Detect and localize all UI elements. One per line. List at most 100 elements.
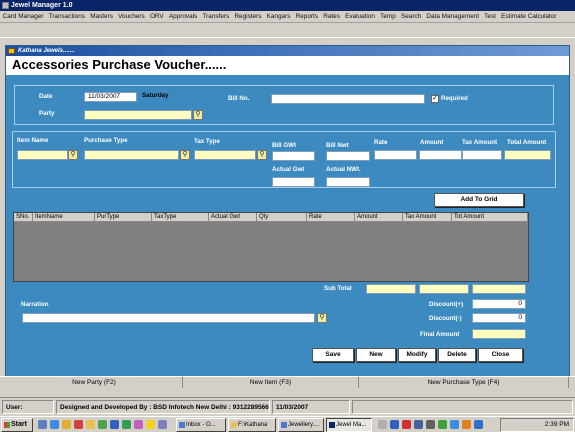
menu-approvals[interactable]: Approvals — [166, 11, 200, 22]
total-amount-field[interactable] — [504, 150, 551, 160]
menu-transfers[interactable]: Transfers — [200, 11, 232, 22]
grid-col-tax-amount[interactable]: Tax Amount — [403, 213, 452, 222]
menu-kangars[interactable]: Kangars — [264, 11, 293, 22]
party-lookup-button[interactable]: ⚲ — [193, 110, 203, 120]
actual-nwt-field[interactable] — [326, 177, 370, 187]
required-label: Required — [441, 95, 468, 102]
menu-test[interactable]: Test — [482, 11, 499, 22]
item-name-lookup-button[interactable]: ⚲ — [68, 150, 78, 160]
tray-help-icon[interactable] — [474, 420, 483, 429]
desktop-icon[interactable] — [38, 420, 47, 429]
explorer-icon[interactable] — [98, 420, 107, 429]
grid-col-itemname[interactable]: ItemName — [33, 213, 95, 222]
amount-field[interactable] — [419, 150, 462, 160]
items-grid[interactable]: SNo. ItemName PurType TaxType Actual Gwt… — [13, 212, 529, 282]
menu-bar: Card Manager Transactions Masters Vouchers O… — [0, 11, 575, 23]
folder-icon[interactable] — [86, 420, 95, 429]
purchase-type-field[interactable] — [84, 150, 179, 160]
bill-no-field[interactable] — [271, 94, 425, 104]
menu-rates[interactable]: Rates — [321, 11, 343, 22]
grid-col-tot-amount[interactable]: Tot Amount — [452, 213, 528, 222]
tax-type-field[interactable] — [194, 150, 256, 160]
tax-amount-label: Tax Amount — [462, 139, 498, 146]
menu-vouchers[interactable]: Vouchers — [116, 11, 148, 22]
new-item-shortcut[interactable]: New Item (F3) — [183, 377, 359, 388]
media-icon[interactable] — [74, 420, 83, 429]
discount-plus-field[interactable]: 0 — [472, 299, 526, 309]
tray-gmail-icon[interactable] — [402, 420, 411, 429]
required-checkbox[interactable]: ✓ — [431, 95, 439, 103]
party-label: Party — [39, 110, 55, 117]
system-tray: 2:39 PM — [500, 418, 574, 432]
rate-field[interactable] — [374, 150, 417, 160]
task-jewel-manager[interactable]: Jewel Ma... — [326, 418, 372, 432]
close-button[interactable]: Close — [478, 348, 523, 362]
narration-lookup-button[interactable]: ⚲ — [317, 313, 327, 323]
delete-button[interactable]: Delete — [438, 348, 476, 362]
narration-label: Narration — [21, 301, 49, 308]
word-icon[interactable] — [110, 420, 119, 429]
new-purchase-type-shortcut[interactable]: New Purchase Type (F4) — [359, 377, 569, 388]
menu-temp[interactable]: Temp — [378, 11, 399, 22]
menu-estimate-calculator[interactable]: Estimate Calculator — [499, 11, 560, 22]
new-button[interactable]: New — [356, 348, 396, 362]
modify-button[interactable]: Modify — [398, 348, 436, 362]
item-name-field[interactable] — [17, 150, 68, 160]
grid-col-amount[interactable]: Amount — [355, 213, 403, 222]
tax-amount-field[interactable] — [462, 150, 502, 160]
tray-volume-icon[interactable] — [378, 420, 387, 429]
menu-transactions[interactable]: Transactions — [46, 11, 88, 22]
app-shortcut-icon[interactable] — [158, 420, 167, 429]
toolbar-strip — [0, 24, 575, 38]
tray-antivirus-icon[interactable] — [438, 420, 447, 429]
save-button[interactable]: Save — [312, 348, 354, 362]
magnifier-icon: ⚲ — [195, 111, 201, 118]
task-jewellery[interactable]: Jewellery.... — [278, 418, 324, 432]
tray-messenger-icon[interactable] — [462, 420, 471, 429]
ie-icon[interactable] — [50, 420, 59, 429]
tray-ie-icon[interactable] — [450, 420, 459, 429]
bill-nwt-label: Bill Nwt — [326, 142, 349, 149]
task-folder[interactable]: F:\Kathana — [228, 418, 276, 432]
grid-col-sno[interactable]: SNo. — [14, 213, 33, 222]
bill-gwt-field[interactable] — [272, 151, 315, 161]
outlook-icon[interactable] — [62, 420, 71, 429]
tax-type-label: Tax Type — [194, 138, 220, 145]
menu-registers[interactable]: Registers — [232, 11, 264, 22]
grid-col-actual-gwt[interactable]: Actual Gwt — [209, 213, 257, 222]
tray-network-icon[interactable] — [426, 420, 435, 429]
clock[interactable]: 2:39 PM — [545, 421, 569, 428]
task-inbox[interactable]: Inbox - O... — [176, 418, 226, 432]
discount-minus-field[interactable]: 0 — [472, 313, 526, 323]
window-title-bar[interactable]: Kathana Jewels....... — [6, 46, 569, 56]
excel-icon[interactable] — [122, 420, 131, 429]
party-field[interactable] — [84, 110, 192, 120]
menu-evaluation[interactable]: Evaluation — [343, 11, 378, 22]
voucher-window: Kathana Jewels....... Accessories Purcha… — [5, 45, 570, 378]
grid-col-purtype[interactable]: PurType — [95, 213, 152, 222]
tray-word-icon[interactable] — [390, 420, 399, 429]
task-folder-label: F:\Kathana — [238, 422, 268, 428]
paint-icon[interactable] — [134, 420, 143, 429]
narration-field[interactable] — [22, 313, 315, 323]
menu-orv[interactable]: ORV — [147, 11, 166, 22]
tray-app-icon[interactable] — [414, 420, 423, 429]
menu-card-manager[interactable]: Card Manager — [0, 11, 46, 22]
messenger-icon[interactable] — [146, 420, 155, 429]
grid-col-qty[interactable]: Qty — [257, 213, 307, 222]
menu-search[interactable]: Search — [398, 11, 423, 22]
menu-reports[interactable]: Reports — [293, 11, 321, 22]
purchase-type-lookup-button[interactable]: ⚲ — [180, 150, 190, 160]
date-field[interactable]: 11/03/2007 — [84, 92, 137, 102]
tax-type-lookup-button[interactable]: ⚲ — [257, 150, 267, 160]
actual-gwt-field[interactable] — [272, 177, 315, 187]
start-button[interactable]: Start — [1, 418, 33, 432]
new-party-shortcut[interactable]: New Party (F2) — [6, 377, 183, 388]
menu-masters[interactable]: Masters — [88, 11, 116, 22]
grid-col-taxtype[interactable]: TaxType — [152, 213, 209, 222]
add-to-grid-button[interactable]: Add To Grid — [434, 193, 524, 207]
amount-label: Amount — [420, 139, 444, 146]
menu-data-management[interactable]: Data Management — [424, 11, 482, 22]
bill-nwt-field[interactable] — [326, 151, 370, 161]
grid-col-rate[interactable]: Rate — [307, 213, 355, 222]
